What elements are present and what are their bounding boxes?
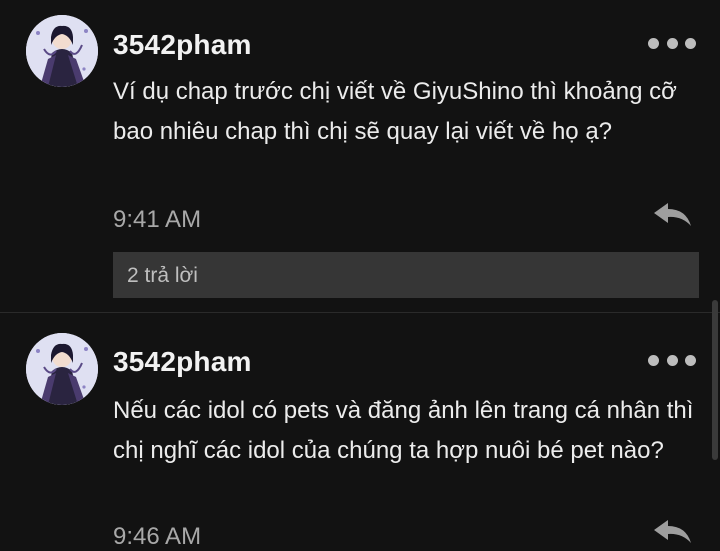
more-options-icon-dot	[685, 37, 696, 49]
replies-count-label: 2 trả lời	[127, 264, 198, 287]
more-options-button[interactable]	[648, 350, 696, 370]
more-options-icon-dot	[666, 354, 678, 366]
reply-arrow-icon[interactable]	[650, 200, 694, 230]
more-options-button[interactable]	[648, 33, 696, 53]
more-options-icon	[648, 37, 659, 49]
username[interactable]: 3542pham	[113, 29, 252, 61]
anime-avatar-icon	[26, 333, 98, 405]
user-avatar[interactable]	[26, 333, 98, 405]
reply-arrow-icon[interactable]	[650, 517, 694, 547]
comment-item: 3542pham Ví dụ chap trước chị viết về Gi…	[0, 0, 720, 312]
comment-item: 3542pham Nếu các idol có pets và đăng ản…	[0, 313, 720, 550]
more-options-icon-dot	[666, 37, 678, 49]
scrollbar[interactable]	[712, 300, 718, 460]
username[interactable]: 3542pham	[113, 346, 252, 378]
anime-avatar-icon	[26, 15, 98, 87]
view-replies-button[interactable]: 2 trả lời	[113, 252, 699, 298]
comment-time: 9:41 AM	[113, 206, 202, 233]
more-options-icon-dot	[685, 354, 696, 366]
comment-text: Nếu các idol có pets và đăng ảnh lên tra…	[113, 397, 694, 464]
comment-text: Ví dụ chap trước chị viết về GiyuShino t…	[113, 78, 677, 145]
user-avatar[interactable]	[26, 15, 98, 87]
more-options-icon	[648, 354, 659, 366]
